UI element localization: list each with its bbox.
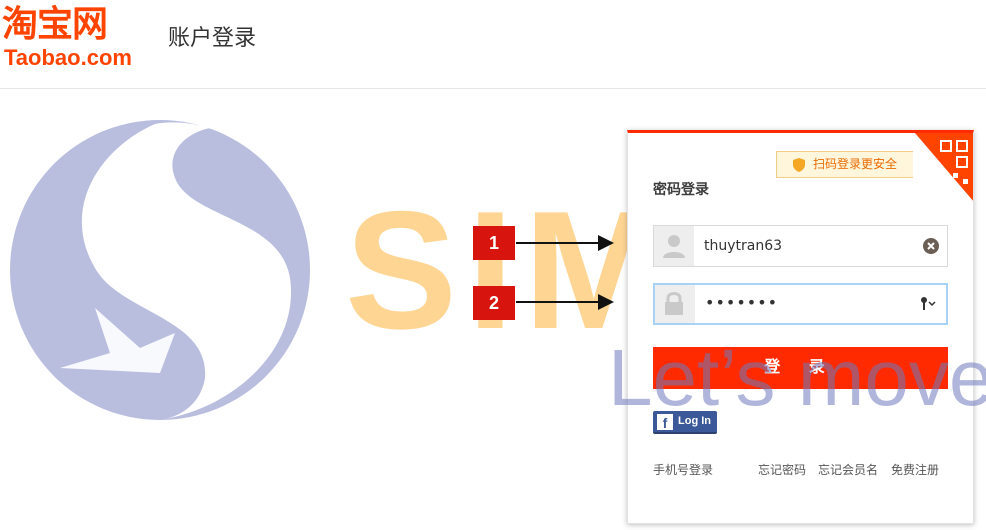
clear-x-icon bbox=[927, 242, 935, 250]
facebook-login-label: Log In bbox=[678, 415, 711, 427]
page-title: 账户登录 bbox=[168, 26, 257, 51]
facebook-icon: f bbox=[657, 414, 673, 431]
lock-icon bbox=[665, 292, 683, 315]
username-field[interactable]: thuytran63 bbox=[653, 225, 948, 267]
qr-login-tip[interactable]: 扫码登录更安全 bbox=[776, 151, 918, 178]
password-login-title: 密码登录 bbox=[653, 182, 709, 198]
login-panel: 扫码登录更安全 密码登录 thuytran63 ••••••• 登 录 f Lo… bbox=[627, 130, 974, 524]
password-input[interactable]: ••••••• bbox=[705, 285, 778, 323]
qr-tip-label: 扫码登录更安全 bbox=[813, 157, 898, 171]
forgot-password-link[interactable]: 忘记密码 bbox=[758, 461, 806, 478]
password-field[interactable]: ••••••• bbox=[653, 283, 948, 325]
step-2-marker: 2 bbox=[473, 286, 515, 320]
lock-icon-box bbox=[655, 285, 695, 323]
user-icon-box bbox=[654, 226, 694, 266]
phone-login-link[interactable]: 手机号登录 bbox=[653, 461, 713, 478]
register-link[interactable]: 免费注册 bbox=[891, 461, 939, 478]
logo-chinese-text: 淘宝网 bbox=[2, 3, 108, 45]
facebook-login-button[interactable]: f Log In bbox=[653, 411, 717, 434]
clear-icon[interactable] bbox=[923, 238, 939, 254]
key-icon[interactable] bbox=[918, 295, 938, 313]
username-input[interactable]: thuytran63 bbox=[704, 226, 782, 266]
taobao-logo[interactable]: 淘宝网 Taobao.com bbox=[2, 4, 152, 70]
forgot-member-link[interactable]: 忘记会员名 bbox=[818, 461, 878, 478]
login-submit-button[interactable]: 登 录 bbox=[653, 347, 948, 389]
logo-english-text: Taobao.com bbox=[4, 45, 132, 70]
page-header: 淘宝网 Taobao.com 账户登录 bbox=[0, 0, 986, 89]
qr-code-icon[interactable] bbox=[913, 133, 973, 203]
step-1-marker: 1 bbox=[473, 226, 515, 260]
shield-icon bbox=[793, 158, 805, 172]
user-icon bbox=[663, 235, 685, 258]
simba-s-logo-icon bbox=[10, 120, 310, 420]
